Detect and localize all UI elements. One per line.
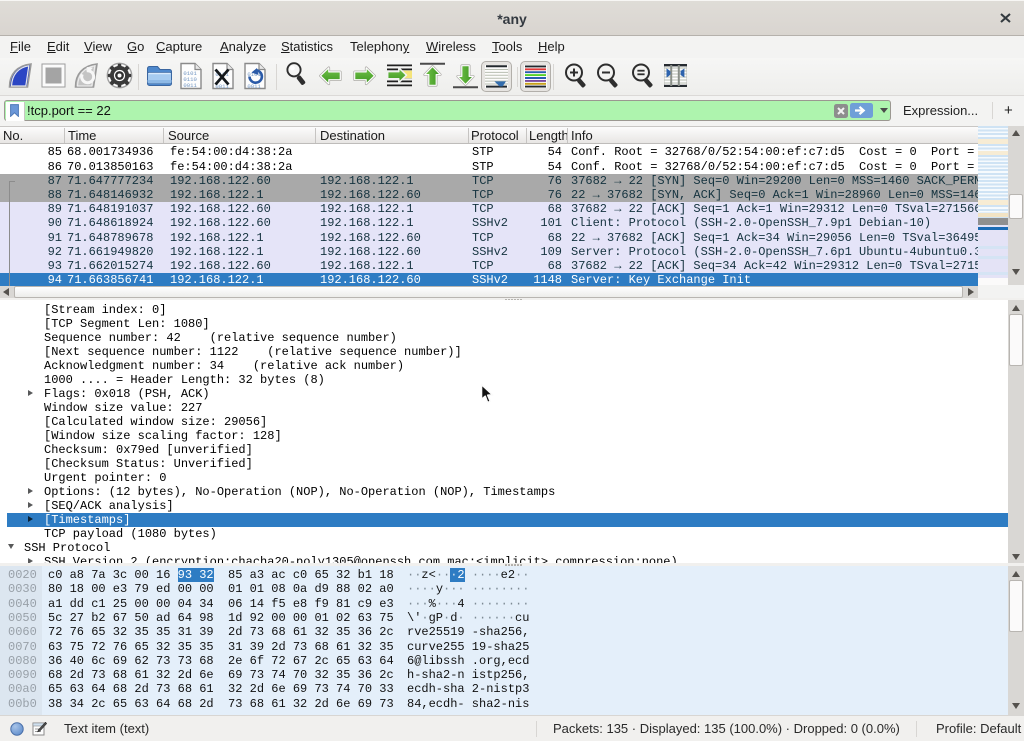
svg-text:0011: 0011	[247, 83, 261, 90]
svg-text:0011: 0011	[183, 82, 197, 89]
